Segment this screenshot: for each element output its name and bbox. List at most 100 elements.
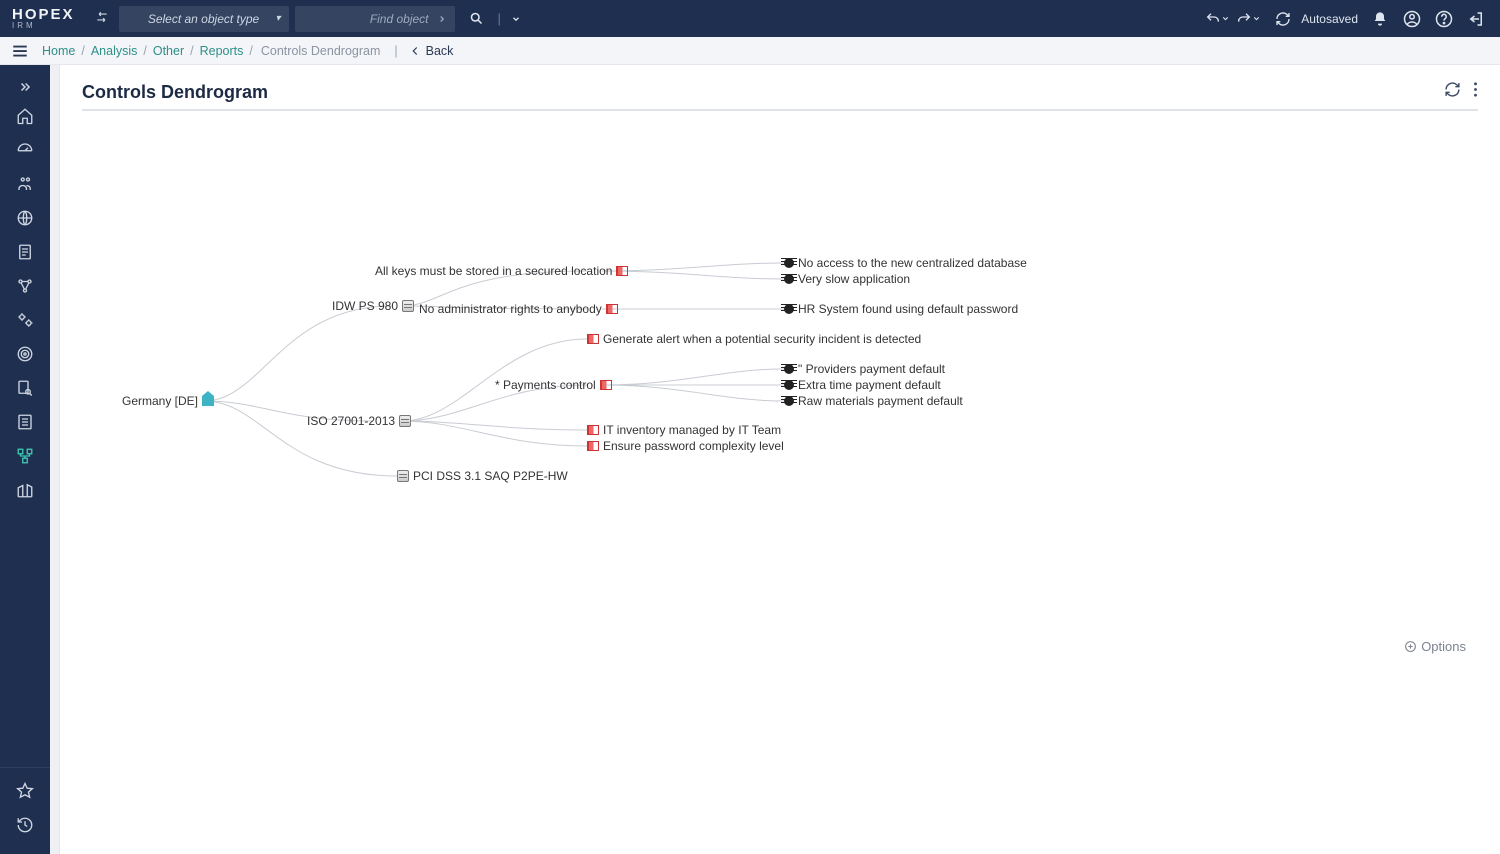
crumb-sep: /: [249, 44, 252, 58]
flag-icon: [587, 425, 599, 435]
nav-org-icon[interactable]: [0, 167, 50, 201]
history-icon[interactable]: [0, 808, 50, 842]
node-idw-label: IDW PS 980: [332, 299, 398, 313]
leaf-x4[interactable]: " Providers payment default: [784, 362, 945, 376]
nav-home-icon[interactable]: [0, 99, 50, 133]
nav-gears-icon[interactable]: [0, 303, 50, 337]
nav-document-icon[interactable]: [0, 235, 50, 269]
breadcrumb-current: Controls Dendrogram: [261, 44, 381, 58]
node-pci[interactable]: PCI DSS 3.1 SAQ P2PE-HW: [397, 469, 568, 483]
building-icon: [202, 396, 214, 406]
node-admin[interactable]: No administrator rights to anybody: [419, 302, 618, 316]
node-iso-label: ISO 27001-2013: [307, 414, 395, 428]
nav-dashboard-icon[interactable]: [0, 133, 50, 167]
page-title: Controls Dendrogram: [82, 82, 268, 103]
chevron-down-icon: ▾: [275, 13, 280, 24]
node-root[interactable]: Germany [DE]: [122, 394, 214, 408]
content-area: Controls Dendrogram: [60, 65, 1500, 854]
topbar: HOPEX IRM Select an object type ▾ Find o…: [0, 0, 1500, 37]
nav-search-doc-icon[interactable]: [0, 371, 50, 405]
node-itinv[interactable]: IT inventory managed by IT Team: [587, 423, 781, 437]
leaf-x4-label: " Providers payment default: [798, 362, 945, 376]
breadcrumb-analysis[interactable]: Analysis: [91, 44, 138, 58]
bug-icon: [784, 396, 794, 406]
crumb-sep: /: [81, 44, 84, 58]
bug-icon: [784, 258, 794, 268]
bug-icon: [784, 380, 794, 390]
bug-icon: [784, 304, 794, 314]
scale-icon: [402, 300, 414, 312]
user-icon[interactable]: [1398, 5, 1426, 33]
nav-globe-icon[interactable]: [0, 201, 50, 235]
dendrogram-connectors: [82, 111, 1482, 711]
refresh-icon[interactable]: [1269, 5, 1297, 33]
favorites-icon[interactable]: [0, 774, 50, 808]
crumb-divider: |: [394, 44, 397, 58]
breadcrumb-reports[interactable]: Reports: [200, 44, 244, 58]
refresh-page-icon[interactable]: [1444, 81, 1461, 103]
app-name: HOPEX: [12, 7, 75, 22]
flag-icon: [600, 380, 612, 390]
vertical-separator: [50, 65, 60, 854]
node-payments[interactable]: * Payments control: [495, 378, 612, 392]
leaf-x2-label: Very slow application: [798, 272, 910, 286]
node-pci-label: PCI DSS 3.1 SAQ P2PE-HW: [413, 469, 568, 483]
breadcrumb-bar: Home / Analysis / Other / Reports / Cont…: [0, 37, 1500, 65]
app-sub: IRM: [12, 22, 75, 30]
breadcrumb-other[interactable]: Other: [153, 44, 184, 58]
nav-list-icon[interactable]: [0, 405, 50, 439]
swap-icon[interactable]: [95, 10, 109, 27]
node-pwd-label: Ensure password complexity level: [603, 439, 784, 453]
leaf-x2[interactable]: Very slow application: [784, 272, 910, 286]
autosaved-label: Autosaved: [1301, 12, 1358, 26]
object-type-placeholder: Select an object type: [148, 12, 259, 26]
more-options-icon[interactable]: [1473, 81, 1478, 103]
node-payments-label: * Payments control: [495, 378, 596, 392]
app-logo: HOPEX IRM: [12, 7, 75, 30]
hamburger-icon[interactable]: [0, 42, 40, 60]
nav-link-icon[interactable]: [0, 269, 50, 303]
options-button[interactable]: Options: [1404, 639, 1466, 654]
node-pwd[interactable]: Ensure password complexity level: [587, 439, 784, 453]
nav-building-icon[interactable]: [0, 473, 50, 507]
redo-button[interactable]: [1236, 11, 1261, 27]
leaf-x3-label: HR System found using default password: [798, 302, 1018, 316]
bell-icon[interactable]: [1366, 5, 1394, 33]
leaf-x5-label: Extra time payment default: [798, 378, 941, 392]
dendrogram-diagram[interactable]: Germany [DE] IDW PS 980 ISO 27001-2013 P…: [82, 111, 1478, 854]
help-icon[interactable]: [1430, 5, 1458, 33]
object-type-select[interactable]: Select an object type ▾: [119, 6, 289, 32]
find-object-input[interactable]: Find object: [295, 6, 455, 32]
leaf-x3[interactable]: HR System found using default password: [784, 302, 1018, 316]
nav-radar-icon[interactable]: [0, 337, 50, 371]
options-label: Options: [1421, 639, 1466, 654]
scale-icon: [399, 415, 411, 427]
search-icon[interactable]: [463, 5, 491, 33]
node-admin-label: No administrator rights to anybody: [419, 302, 602, 316]
expand-sidebar-icon[interactable]: [0, 75, 50, 99]
divider: |: [498, 11, 501, 26]
search-options-chevron-icon[interactable]: [508, 5, 524, 33]
undo-button[interactable]: [1205, 11, 1230, 27]
node-keys[interactable]: All keys must be stored in a secured loc…: [375, 264, 628, 278]
sidebar: [0, 65, 50, 854]
flag-icon: [616, 266, 628, 276]
logout-icon[interactable]: [1462, 5, 1490, 33]
leaf-x1-label: No access to the new centralized databas…: [798, 256, 1027, 270]
node-idw[interactable]: IDW PS 980: [332, 299, 414, 313]
breadcrumb-home[interactable]: Home: [42, 44, 75, 58]
scale-icon: [397, 470, 409, 482]
search-group: |: [461, 5, 526, 33]
page-header: Controls Dendrogram: [82, 81, 1478, 111]
leaf-x1[interactable]: No access to the new centralized databas…: [784, 256, 1027, 270]
node-keys-label: All keys must be stored in a secured loc…: [375, 264, 612, 278]
node-alert[interactable]: Generate alert when a potential security…: [587, 332, 921, 346]
node-iso[interactable]: ISO 27001-2013: [307, 414, 411, 428]
back-button[interactable]: Back: [408, 44, 454, 58]
leaf-x5[interactable]: Extra time payment default: [784, 378, 941, 392]
leaf-x6[interactable]: Raw materials payment default: [784, 394, 963, 408]
leaf-x6-label: Raw materials payment default: [798, 394, 963, 408]
page-actions: [1444, 81, 1478, 103]
nav-tree-icon[interactable]: [0, 439, 50, 473]
flag-icon: [606, 304, 618, 314]
